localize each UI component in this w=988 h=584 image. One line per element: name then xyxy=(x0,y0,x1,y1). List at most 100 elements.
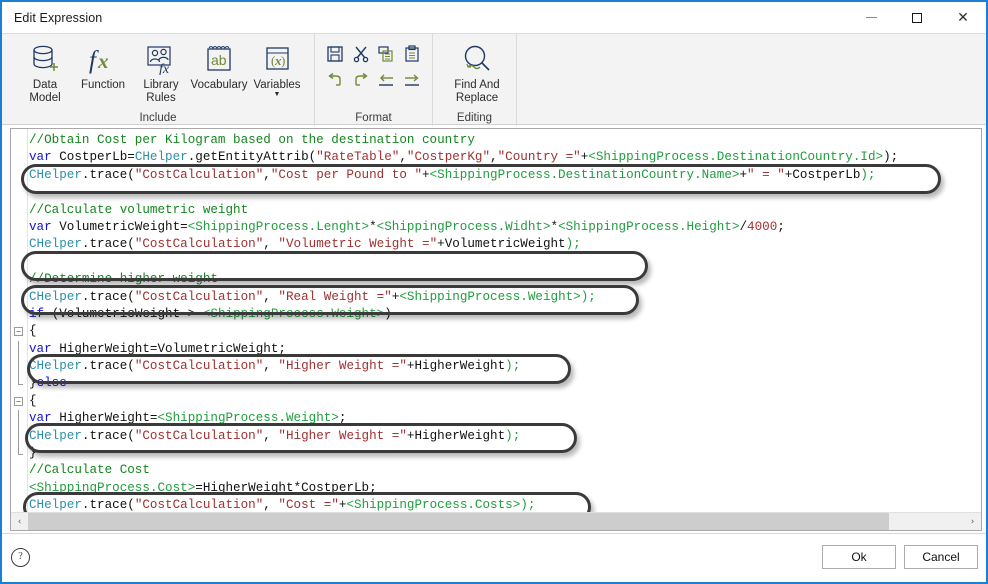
code-token: <ShippingProcess.Height> xyxy=(558,219,740,234)
fold-guide-line xyxy=(18,340,19,359)
increase-indent-button[interactable] xyxy=(402,69,422,93)
close-button[interactable]: ✕ xyxy=(940,2,986,33)
undo-button[interactable] xyxy=(325,69,345,93)
code-token: "RateTable" xyxy=(316,150,400,165)
code-line: var HigherWeight=VolumetricWeight; xyxy=(29,341,981,358)
cut-button[interactable] xyxy=(351,42,371,66)
library-rules-icon: fx xyxy=(144,40,178,78)
copy-button[interactable] xyxy=(377,42,397,66)
fold-guide-end xyxy=(18,453,23,455)
code-line: CHelper.trace("CostCalculation", "Higher… xyxy=(29,358,981,375)
code-token: CostperLb= xyxy=(59,150,135,165)
code-token: CHelper xyxy=(29,289,82,304)
code-token: <ShippingProcess.Weight> xyxy=(399,289,581,304)
code-token: var xyxy=(29,411,60,426)
code-token: <ShippingProcess.Costs> xyxy=(346,498,521,513)
code-token: "CostCalculation" xyxy=(134,289,264,304)
variables-button[interactable]: ( x ) Variables ▼ xyxy=(248,40,306,98)
svg-text:x: x xyxy=(97,49,109,73)
code-line: //Determine higher weight xyxy=(29,271,981,288)
code-text[interactable]: //Obtain Cost per Kilogram based on the … xyxy=(29,132,981,512)
code-token: CHelper xyxy=(134,150,188,165)
code-token: "Real Weight =" xyxy=(278,289,392,304)
paste-icon xyxy=(405,45,419,62)
code-token: { xyxy=(29,324,37,339)
database-add-icon xyxy=(28,40,62,78)
code-token: / xyxy=(739,219,748,234)
minimize-icon xyxy=(865,17,877,18)
code-token: else xyxy=(36,376,67,391)
code-line: CHelper.trace("CostCalculation", "Volume… xyxy=(29,236,981,253)
code-token: + xyxy=(739,167,747,182)
code-token: CHelper xyxy=(29,359,82,374)
code-token: (VolumetricWeight > xyxy=(51,306,203,321)
fold-collapse-box[interactable]: − xyxy=(14,397,23,406)
undo-icon xyxy=(328,72,341,86)
svg-text:): ) xyxy=(281,53,285,68)
code-token: "CostCalculation" xyxy=(134,428,264,443)
data-model-button[interactable]: Data Model xyxy=(16,40,74,105)
code-token: "Cost =" xyxy=(278,498,339,513)
code-token: , xyxy=(399,150,407,165)
close-icon: ✕ xyxy=(957,9,969,26)
fold-guide-line xyxy=(18,358,19,376)
vocabulary-ab-icon: ab xyxy=(202,40,236,78)
redo-button[interactable] xyxy=(351,69,371,93)
scroll-right-arrow[interactable]: › xyxy=(964,513,981,530)
code-token: ); xyxy=(860,167,876,182)
code-token: .trace( xyxy=(81,167,135,182)
code-token: "Cost per Pound to " xyxy=(270,167,423,182)
horizontal-scrollbar[interactable]: ‹ › xyxy=(11,512,981,530)
code-line: var CostperLb=CHelper.getEntityAttrib("R… xyxy=(29,149,981,166)
help-question-icon[interactable]: ? xyxy=(11,548,30,567)
ribbon-group-editing: Find And Replace Editing xyxy=(432,34,516,126)
code-token: 4000 xyxy=(747,219,778,234)
code-token: + xyxy=(422,167,430,182)
code-token: * xyxy=(550,219,559,234)
ribbon-group-format-label: Format xyxy=(355,112,392,124)
chevron-down-icon[interactable]: ▼ xyxy=(274,91,281,98)
code-token: , xyxy=(263,167,271,182)
code-token: , xyxy=(490,150,498,165)
code-token: "CostCalculation" xyxy=(134,237,264,252)
dialog-footer: ? Ok Cancel xyxy=(2,533,986,582)
paste-button[interactable] xyxy=(402,42,422,66)
fold-collapse-box[interactable]: − xyxy=(14,327,23,337)
ribbon-group-include: Data Model f x Function fx Library Rules… xyxy=(2,34,314,126)
code-line: CHelper.trace("CostCalculation", "Real W… xyxy=(29,289,981,306)
cut-scissors-icon xyxy=(353,46,368,63)
code-token: .trace( xyxy=(81,289,135,304)
code-token: //Obtain Cost per Kilogram based on the … xyxy=(29,133,475,147)
scroll-track[interactable] xyxy=(28,513,964,530)
scroll-thumb[interactable] xyxy=(28,513,890,530)
ok-button[interactable]: Ok xyxy=(822,545,896,569)
find-and-replace-button[interactable]: Find And Replace xyxy=(441,40,513,105)
save-button[interactable] xyxy=(325,42,345,66)
code-token: if xyxy=(29,306,52,321)
maximize-button[interactable] xyxy=(894,2,940,33)
ribbon-group-include-label: Include xyxy=(139,112,177,124)
code-line: //Obtain Cost per Kilogram based on the … xyxy=(29,132,981,149)
code-token: "Higher Weight =" xyxy=(278,428,407,443)
cancel-button[interactable]: Cancel xyxy=(904,545,978,569)
minimize-button[interactable] xyxy=(848,2,894,33)
scroll-left-arrow[interactable]: ‹ xyxy=(11,513,28,530)
code-token: .trace( xyxy=(81,498,135,513)
code-token: =HigherWeight*CostperLb; xyxy=(195,480,377,495)
vocabulary-button[interactable]: ab Vocabulary xyxy=(190,40,248,92)
code-token: var xyxy=(29,150,60,165)
code-token: , xyxy=(263,498,279,513)
decrease-indent-button[interactable] xyxy=(377,69,397,93)
function-button[interactable]: f x Function xyxy=(74,40,132,92)
code-token: <ShippingProcess.Weight> xyxy=(202,306,385,321)
library-rules-button[interactable]: fx Library Rules xyxy=(132,40,190,105)
code-token: "CostCalculation" xyxy=(134,498,264,513)
code-token: <ShippingProcess.DestinationCountry.Id> xyxy=(588,150,884,165)
code-token: ); xyxy=(505,428,521,443)
edit-expression-window: Edit Expression ✕ Data Model f x Functio… xyxy=(0,0,988,584)
code-token: "Higher Weight =" xyxy=(278,359,407,374)
fold-guide-line xyxy=(18,427,19,446)
code-token: ); xyxy=(520,498,536,513)
code-token: <ShippingProcess.DestinationCountry.Name… xyxy=(429,167,740,182)
expression-editor[interactable]: //Obtain Cost per Kilogram based on the … xyxy=(10,128,982,531)
